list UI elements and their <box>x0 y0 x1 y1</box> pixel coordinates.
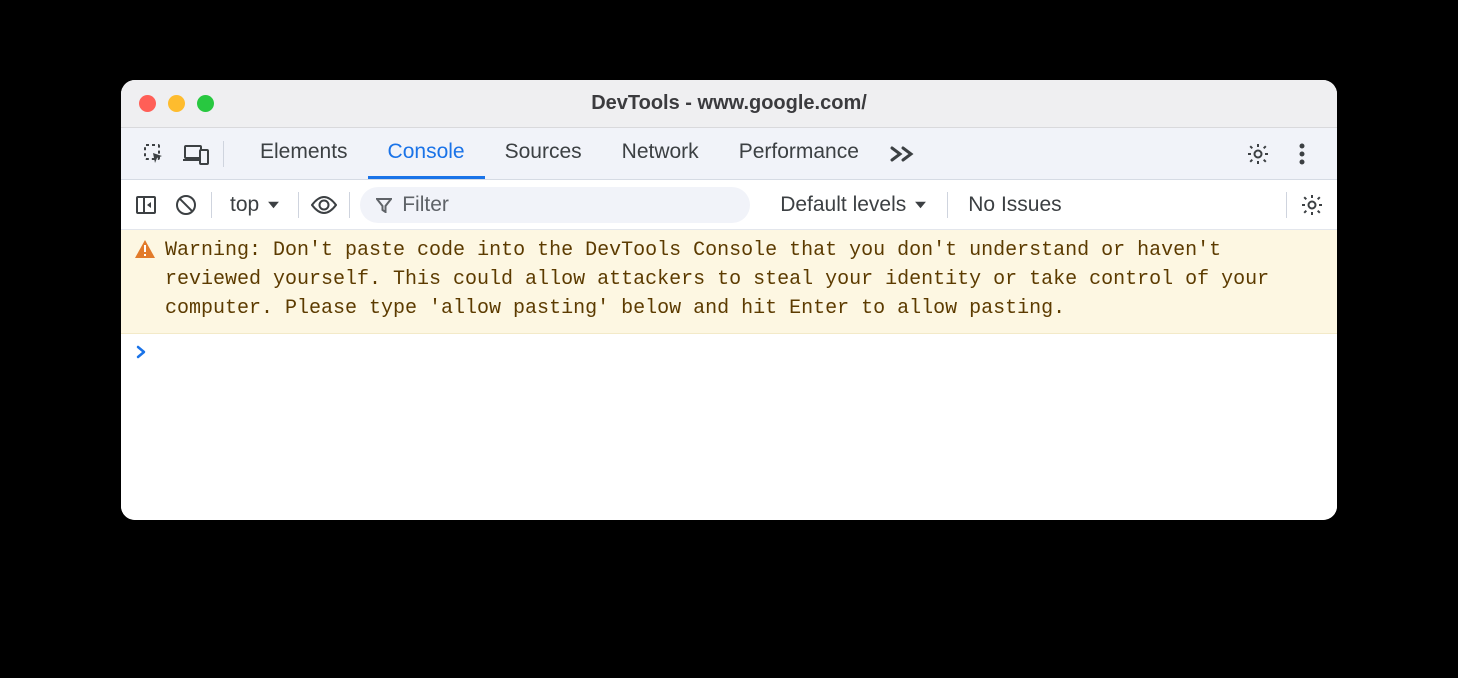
device-toolbar-icon[interactable] <box>181 139 211 169</box>
filter-container <box>360 187 750 223</box>
tab-performance[interactable]: Performance <box>719 128 879 179</box>
tab-network[interactable]: Network <box>602 128 719 179</box>
log-level-selector[interactable]: Default levels <box>770 193 937 217</box>
toolbar-divider <box>223 141 224 167</box>
toolbar-divider <box>349 192 350 218</box>
warning-label: Warning: <box>165 239 261 262</box>
tab-sources[interactable]: Sources <box>485 128 602 179</box>
console-messages: Warning: Don't paste code into the DevTo… <box>121 230 1337 520</box>
window-title: DevTools - www.google.com/ <box>121 92 1337 115</box>
console-toolbar: top Default levels No Issues <box>121 180 1337 230</box>
chevron-down-icon <box>267 200 280 210</box>
console-settings-icon[interactable] <box>1297 190 1327 220</box>
chevron-down-icon <box>914 200 927 210</box>
filter-input[interactable] <box>402 193 734 217</box>
issues-counter[interactable]: No Issues <box>958 193 1071 217</box>
close-button[interactable] <box>139 95 156 112</box>
filter-icon <box>376 197 392 213</box>
warning-icon <box>135 240 155 323</box>
more-options-icon[interactable] <box>1287 139 1317 169</box>
warning-body: Don't paste code into the DevTools Conso… <box>165 239 1269 320</box>
more-tabs-icon[interactable] <box>887 139 917 169</box>
panel-tabs: Elements Console Sources Network Perform… <box>240 128 1231 179</box>
toolbar-left <box>129 128 234 179</box>
toolbar-divider <box>298 192 299 218</box>
traffic-lights <box>121 95 214 112</box>
console-warning-row: Warning: Don't paste code into the DevTo… <box>121 230 1337 334</box>
context-label: top <box>230 193 259 217</box>
live-expression-icon[interactable] <box>309 190 339 220</box>
warning-text: Warning: Don't paste code into the DevTo… <box>165 236 1323 323</box>
console-prompt[interactable] <box>121 334 1337 370</box>
toolbar-right <box>1231 128 1329 179</box>
tab-elements[interactable]: Elements <box>240 128 368 179</box>
settings-icon[interactable] <box>1243 139 1273 169</box>
minimize-button[interactable] <box>168 95 185 112</box>
toggle-sidebar-icon[interactable] <box>131 190 161 220</box>
titlebar: DevTools - www.google.com/ <box>121 80 1337 128</box>
inspect-element-icon[interactable] <box>139 139 169 169</box>
execution-context-selector[interactable]: top <box>222 193 288 217</box>
devtools-window: DevTools - www.google.com/ Elements C <box>121 80 1337 520</box>
clear-console-icon[interactable] <box>171 190 201 220</box>
levels-label: Default levels <box>780 193 906 217</box>
main-toolbar: Elements Console Sources Network Perform… <box>121 128 1337 180</box>
zoom-button[interactable] <box>197 95 214 112</box>
toolbar-divider <box>947 192 948 218</box>
prompt-chevron-icon <box>135 344 147 360</box>
toolbar-divider <box>1286 192 1287 218</box>
tab-console[interactable]: Console <box>368 128 485 179</box>
toolbar-divider <box>211 192 212 218</box>
